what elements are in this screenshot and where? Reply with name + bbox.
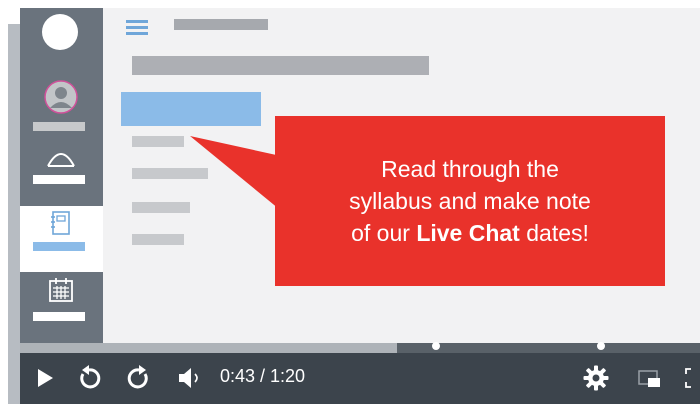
logo-circle bbox=[42, 14, 78, 50]
callout-box: Read through the syllabus and make note … bbox=[275, 116, 665, 286]
chapter-marker[interactable] bbox=[597, 342, 605, 350]
gear-icon[interactable] bbox=[583, 365, 609, 391]
page-title-placeholder bbox=[132, 56, 429, 75]
sidebar-item-label bbox=[33, 122, 85, 131]
progress-bar[interactable] bbox=[20, 342, 700, 353]
rewind-icon[interactable] bbox=[76, 365, 102, 391]
callout-line: dates! bbox=[519, 220, 589, 246]
notebook-icon bbox=[51, 211, 70, 235]
nav-item[interactable] bbox=[132, 202, 190, 213]
progress-fill bbox=[20, 343, 398, 353]
menu-icon[interactable] bbox=[126, 18, 148, 36]
sidebar-item-profile[interactable] bbox=[20, 74, 103, 140]
sidebar bbox=[20, 8, 103, 343]
fullscreen-icon[interactable] bbox=[684, 367, 700, 389]
sidebar-item-label bbox=[33, 242, 85, 251]
forward-icon[interactable] bbox=[126, 365, 152, 391]
sidebar-item-dome[interactable] bbox=[20, 140, 103, 206]
pip-icon[interactable] bbox=[638, 369, 662, 389]
sidebar-item-label bbox=[33, 175, 85, 184]
header-title-placeholder bbox=[174, 19, 268, 30]
sidebar-item-label bbox=[33, 312, 85, 321]
dome-icon bbox=[47, 153, 75, 167]
nav-item[interactable] bbox=[132, 136, 184, 147]
nav-item-active[interactable] bbox=[121, 92, 261, 126]
video-frame: Read through the syllabus and make note … bbox=[20, 8, 700, 404]
calendar-icon bbox=[49, 278, 73, 302]
callout-text: Read through the syllabus and make note … bbox=[349, 153, 591, 249]
volume-icon[interactable] bbox=[178, 367, 206, 389]
sidebar-item-calendar[interactable] bbox=[20, 272, 103, 338]
play-icon[interactable] bbox=[36, 368, 54, 388]
callout-highlight: Live Chat bbox=[416, 220, 520, 246]
avatar-icon bbox=[44, 80, 78, 114]
callout-line: Read through the bbox=[381, 156, 559, 182]
time-display: 0:43 / 1:20 bbox=[220, 366, 306, 386]
callout-line: syllabus and make note bbox=[349, 188, 591, 214]
chapter-marker[interactable] bbox=[432, 342, 440, 350]
player-controls: 0:43 / 1:20 bbox=[20, 353, 700, 404]
sidebar-item-notebook[interactable] bbox=[20, 206, 103, 272]
nav-item[interactable] bbox=[132, 234, 184, 245]
callout-line: of our bbox=[351, 220, 417, 246]
